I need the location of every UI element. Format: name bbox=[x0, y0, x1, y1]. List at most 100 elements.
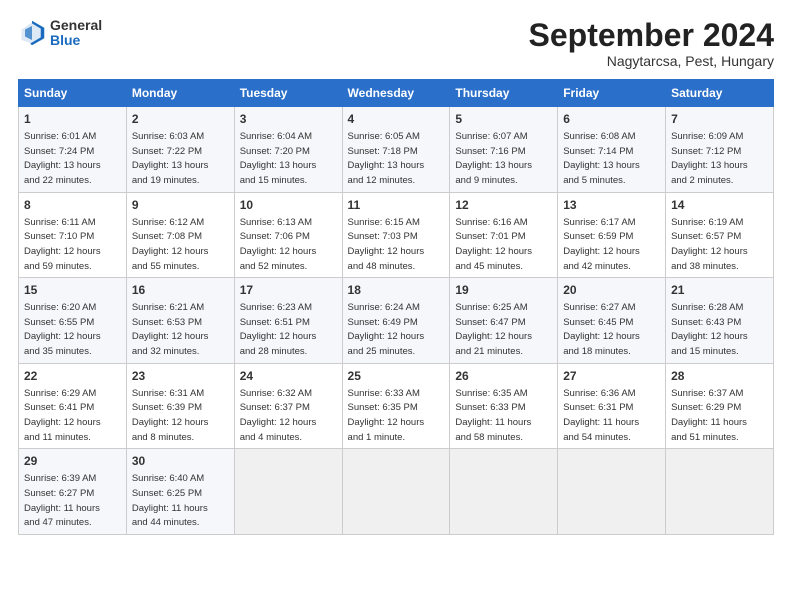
day-number: 11 bbox=[348, 197, 445, 214]
calendar-table: SundayMondayTuesdayWednesdayThursdayFrid… bbox=[18, 79, 774, 535]
daylight-minutes-text: and 12 minutes. bbox=[348, 175, 416, 186]
daylight-text: Daylight: 12 hours bbox=[348, 246, 425, 257]
daylight-minutes-text: and 15 minutes. bbox=[240, 175, 308, 186]
sunset-text: Sunset: 6:57 PM bbox=[671, 231, 741, 242]
sunrise-text: Sunrise: 6:28 AM bbox=[671, 302, 743, 313]
header-monday: Monday bbox=[126, 80, 234, 107]
day-number: 12 bbox=[455, 197, 552, 214]
daylight-minutes-text: and 58 minutes. bbox=[455, 432, 523, 443]
day-number: 2 bbox=[132, 111, 229, 128]
calendar-page: General Blue September 2024 Nagytarcsa, … bbox=[0, 0, 792, 612]
day-number: 27 bbox=[563, 368, 660, 385]
daylight-minutes-text: and 2 minutes. bbox=[671, 175, 733, 186]
day-number: 21 bbox=[671, 282, 768, 299]
calendar-cell: 23Sunrise: 6:31 AMSunset: 6:39 PMDayligh… bbox=[126, 363, 234, 449]
calendar-week-row: 8Sunrise: 6:11 AMSunset: 7:10 PMDaylight… bbox=[19, 192, 774, 278]
daylight-text: Daylight: 12 hours bbox=[240, 331, 317, 342]
sunset-text: Sunset: 6:27 PM bbox=[24, 488, 94, 499]
calendar-cell: 15Sunrise: 6:20 AMSunset: 6:55 PMDayligh… bbox=[19, 278, 127, 364]
calendar-cell: 10Sunrise: 6:13 AMSunset: 7:06 PMDayligh… bbox=[234, 192, 342, 278]
calendar-cell: 29Sunrise: 6:39 AMSunset: 6:27 PMDayligh… bbox=[19, 449, 127, 535]
sunrise-text: Sunrise: 6:25 AM bbox=[455, 302, 527, 313]
sunrise-text: Sunrise: 6:16 AM bbox=[455, 217, 527, 228]
title-block: September 2024 Nagytarcsa, Pest, Hungary bbox=[529, 18, 774, 69]
sunrise-text: Sunrise: 6:40 AM bbox=[132, 473, 204, 484]
daylight-minutes-text: and 18 minutes. bbox=[563, 346, 631, 357]
logo: General Blue bbox=[18, 18, 102, 49]
day-number: 17 bbox=[240, 282, 337, 299]
header-thursday: Thursday bbox=[450, 80, 558, 107]
sunset-text: Sunset: 7:24 PM bbox=[24, 146, 94, 157]
sunset-text: Sunset: 6:33 PM bbox=[455, 402, 525, 413]
sunrise-text: Sunrise: 6:37 AM bbox=[671, 388, 743, 399]
daylight-text: Daylight: 12 hours bbox=[455, 331, 532, 342]
calendar-header-row: SundayMondayTuesdayWednesdayThursdayFrid… bbox=[19, 80, 774, 107]
daylight-minutes-text: and 51 minutes. bbox=[671, 432, 739, 443]
daylight-minutes-text: and 47 minutes. bbox=[24, 517, 92, 528]
sunset-text: Sunset: 7:08 PM bbox=[132, 231, 202, 242]
header-friday: Friday bbox=[558, 80, 666, 107]
sunset-text: Sunset: 7:22 PM bbox=[132, 146, 202, 157]
daylight-text: Daylight: 11 hours bbox=[671, 417, 747, 428]
daylight-minutes-text: and 35 minutes. bbox=[24, 346, 92, 357]
daylight-text: Daylight: 13 hours bbox=[24, 160, 101, 171]
daylight-text: Daylight: 12 hours bbox=[132, 331, 209, 342]
day-number: 26 bbox=[455, 368, 552, 385]
calendar-cell: 19Sunrise: 6:25 AMSunset: 6:47 PMDayligh… bbox=[450, 278, 558, 364]
sunrise-text: Sunrise: 6:23 AM bbox=[240, 302, 312, 313]
logo-icon bbox=[18, 19, 46, 47]
daylight-text: Daylight: 12 hours bbox=[563, 331, 640, 342]
calendar-cell: 22Sunrise: 6:29 AMSunset: 6:41 PMDayligh… bbox=[19, 363, 127, 449]
logo-general-text: General bbox=[50, 18, 102, 33]
daylight-minutes-text: and 19 minutes. bbox=[132, 175, 200, 186]
sunrise-text: Sunrise: 6:03 AM bbox=[132, 131, 204, 142]
day-number: 18 bbox=[348, 282, 445, 299]
daylight-minutes-text: and 15 minutes. bbox=[671, 346, 739, 357]
sunset-text: Sunset: 6:59 PM bbox=[563, 231, 633, 242]
sunset-text: Sunset: 7:10 PM bbox=[24, 231, 94, 242]
sunset-text: Sunset: 6:39 PM bbox=[132, 402, 202, 413]
daylight-text: Daylight: 12 hours bbox=[348, 417, 425, 428]
sunset-text: Sunset: 6:41 PM bbox=[24, 402, 94, 413]
header-sunday: Sunday bbox=[19, 80, 127, 107]
daylight-minutes-text: and 9 minutes. bbox=[455, 175, 517, 186]
calendar-cell: 7Sunrise: 6:09 AMSunset: 7:12 PMDaylight… bbox=[666, 107, 774, 193]
calendar-week-row: 29Sunrise: 6:39 AMSunset: 6:27 PMDayligh… bbox=[19, 449, 774, 535]
daylight-minutes-text: and 4 minutes. bbox=[240, 432, 302, 443]
daylight-text: Daylight: 12 hours bbox=[671, 331, 748, 342]
day-number: 4 bbox=[348, 111, 445, 128]
day-number: 29 bbox=[24, 453, 121, 470]
sunset-text: Sunset: 7:03 PM bbox=[348, 231, 418, 242]
calendar-cell: 2Sunrise: 6:03 AMSunset: 7:22 PMDaylight… bbox=[126, 107, 234, 193]
day-number: 1 bbox=[24, 111, 121, 128]
day-number: 9 bbox=[132, 197, 229, 214]
sunrise-text: Sunrise: 6:31 AM bbox=[132, 388, 204, 399]
daylight-text: Daylight: 12 hours bbox=[24, 246, 101, 257]
daylight-text: Daylight: 13 hours bbox=[671, 160, 748, 171]
daylight-minutes-text: and 42 minutes. bbox=[563, 261, 631, 272]
daylight-minutes-text: and 11 minutes. bbox=[24, 432, 91, 443]
daylight-minutes-text: and 44 minutes. bbox=[132, 517, 200, 528]
sunrise-text: Sunrise: 6:19 AM bbox=[671, 217, 743, 228]
daylight-text: Daylight: 12 hours bbox=[132, 246, 209, 257]
sunset-text: Sunset: 6:53 PM bbox=[132, 317, 202, 328]
sunset-text: Sunset: 7:01 PM bbox=[455, 231, 525, 242]
sunset-text: Sunset: 7:12 PM bbox=[671, 146, 741, 157]
calendar-cell: 4Sunrise: 6:05 AMSunset: 7:18 PMDaylight… bbox=[342, 107, 450, 193]
day-number: 20 bbox=[563, 282, 660, 299]
daylight-text: Daylight: 12 hours bbox=[24, 417, 101, 428]
daylight-minutes-text: and 28 minutes. bbox=[240, 346, 308, 357]
header-tuesday: Tuesday bbox=[234, 80, 342, 107]
daylight-text: Daylight: 11 hours bbox=[132, 503, 208, 514]
daylight-text: Daylight: 11 hours bbox=[455, 417, 531, 428]
calendar-cell: 27Sunrise: 6:36 AMSunset: 6:31 PMDayligh… bbox=[558, 363, 666, 449]
sunrise-text: Sunrise: 6:11 AM bbox=[24, 217, 96, 228]
day-number: 23 bbox=[132, 368, 229, 385]
day-number: 30 bbox=[132, 453, 229, 470]
sunrise-text: Sunrise: 6:35 AM bbox=[455, 388, 527, 399]
daylight-text: Daylight: 12 hours bbox=[455, 246, 532, 257]
day-number: 7 bbox=[671, 111, 768, 128]
daylight-minutes-text: and 59 minutes. bbox=[24, 261, 92, 272]
sunset-text: Sunset: 7:16 PM bbox=[455, 146, 525, 157]
location-subtitle: Nagytarcsa, Pest, Hungary bbox=[529, 53, 774, 69]
